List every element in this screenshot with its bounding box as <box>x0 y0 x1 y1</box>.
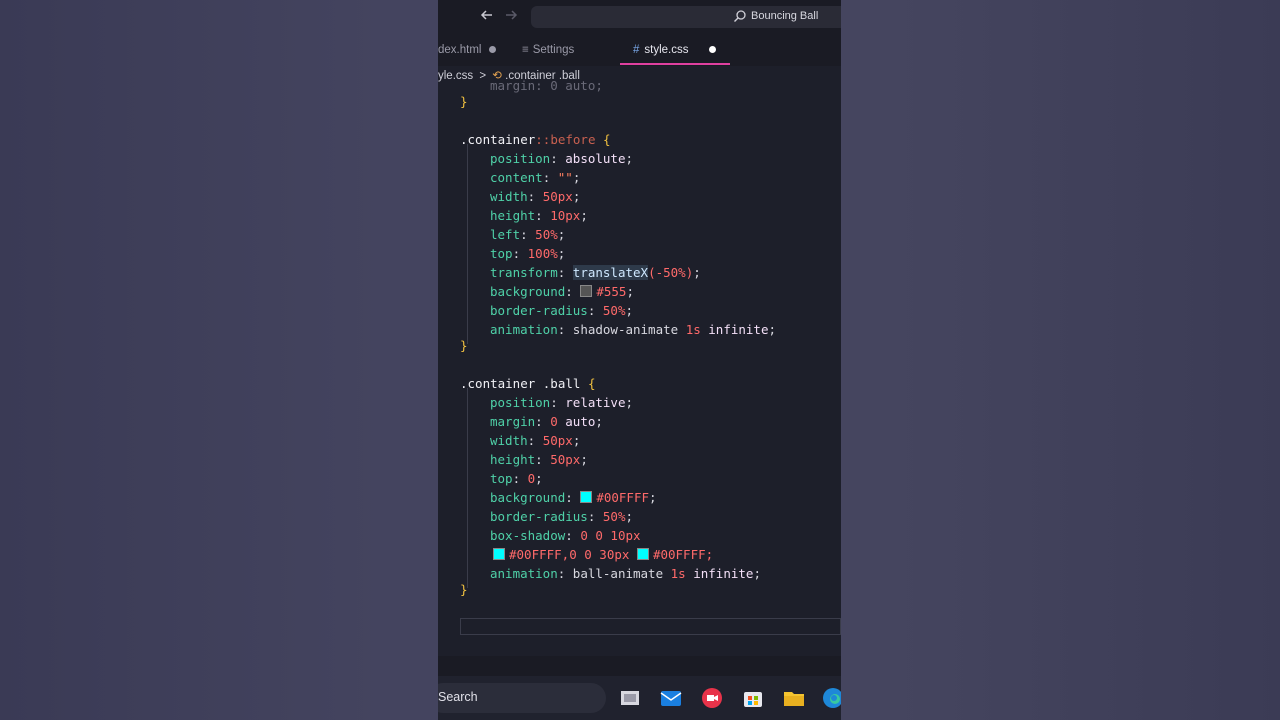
color-swatch[interactable] <box>580 491 593 503</box>
taskbar-search-label: Search <box>438 690 478 704</box>
code-line: position: absolute; <box>490 151 634 166</box>
edge-icon[interactable] <box>821 686 841 710</box>
tab-label: dex.html <box>438 44 482 56</box>
mail-icon[interactable] <box>659 686 683 710</box>
tab-label: style.css <box>644 44 689 56</box>
store-icon[interactable] <box>741 686 765 710</box>
code-line: top: 100%; <box>490 246 566 261</box>
color-swatch[interactable] <box>580 285 593 297</box>
code-line: margin: 0 auto; <box>490 78 603 93</box>
code-line: width: 50px; <box>490 189 581 204</box>
file-explorer-icon[interactable] <box>782 686 806 710</box>
code-line: margin: 0 auto; <box>490 414 603 429</box>
editor-window: Bouncing Ball dex.html ≡ Settings # style.… <box>438 0 841 720</box>
code-line: animation: ball-animate 1s infinite; <box>490 566 761 581</box>
code-line: background: #00FFFF; <box>490 490 657 505</box>
settings-icon: ≡ <box>522 44 529 56</box>
code-line: width: 50px; <box>490 433 581 448</box>
code-line: } <box>460 94 468 109</box>
tab-style-css[interactable]: # style.css <box>633 34 716 66</box>
tab-index-html[interactable]: dex.html <box>438 34 497 66</box>
code-line: transform: translateX(-50%); <box>490 265 701 280</box>
code-line: background: #555; <box>490 284 634 299</box>
taskbar: Search <box>438 676 841 720</box>
arrow-left-icon[interactable] <box>480 8 494 27</box>
window-title: Bouncing Ball <box>751 10 819 22</box>
code-line: } <box>460 338 468 353</box>
tab-label: Settings <box>532 44 575 56</box>
command-center-search[interactable]: Bouncing Ball <box>531 6 841 28</box>
modified-dot-icon <box>489 46 497 54</box>
code-line: } <box>460 582 468 597</box>
search-icon <box>733 9 747 23</box>
code-line: border-radius: 50%; <box>490 303 634 318</box>
editor-tabs: dex.html ≡ Settings # style.css <box>438 34 841 66</box>
status-strip <box>438 656 841 676</box>
code-line: #00FFFF,0 0 30px #00FFFF; <box>460 545 713 564</box>
code-editor[interactable]: margin: 0 auto; } .container::before { p… <box>438 78 841 656</box>
camera-icon[interactable] <box>700 686 724 710</box>
task-view-icon[interactable] <box>618 686 642 710</box>
current-line-highlight <box>460 618 841 635</box>
code-line: .container .ball { <box>460 376 596 391</box>
code-line: height: 10px; <box>490 208 588 223</box>
code-line: border-radius: 50%; <box>490 509 634 524</box>
code-line: height: 50px; <box>490 452 588 467</box>
code-line: content: ""; <box>490 170 581 185</box>
taskbar-search[interactable]: Search <box>438 683 606 713</box>
arrow-right-icon[interactable] <box>504 8 518 27</box>
color-swatch[interactable] <box>493 548 505 560</box>
code-line: .container::before { <box>460 132 611 147</box>
title-bar: Bouncing Ball <box>438 0 841 34</box>
modified-dot-icon <box>708 46 716 54</box>
color-swatch[interactable] <box>636 548 649 560</box>
code-line: animation: shadow-animate 1s infinite; <box>490 322 777 337</box>
tab-settings[interactable]: ≡ Settings <box>522 34 574 66</box>
code-line: top: 0; <box>490 471 543 486</box>
code-line: box-shadow: 0 0 10px <box>490 528 641 543</box>
code-line: left: 50%; <box>490 227 566 242</box>
code-line: position: relative; <box>490 395 634 410</box>
active-tab-indicator <box>620 63 730 65</box>
hash-icon: # <box>633 44 640 56</box>
